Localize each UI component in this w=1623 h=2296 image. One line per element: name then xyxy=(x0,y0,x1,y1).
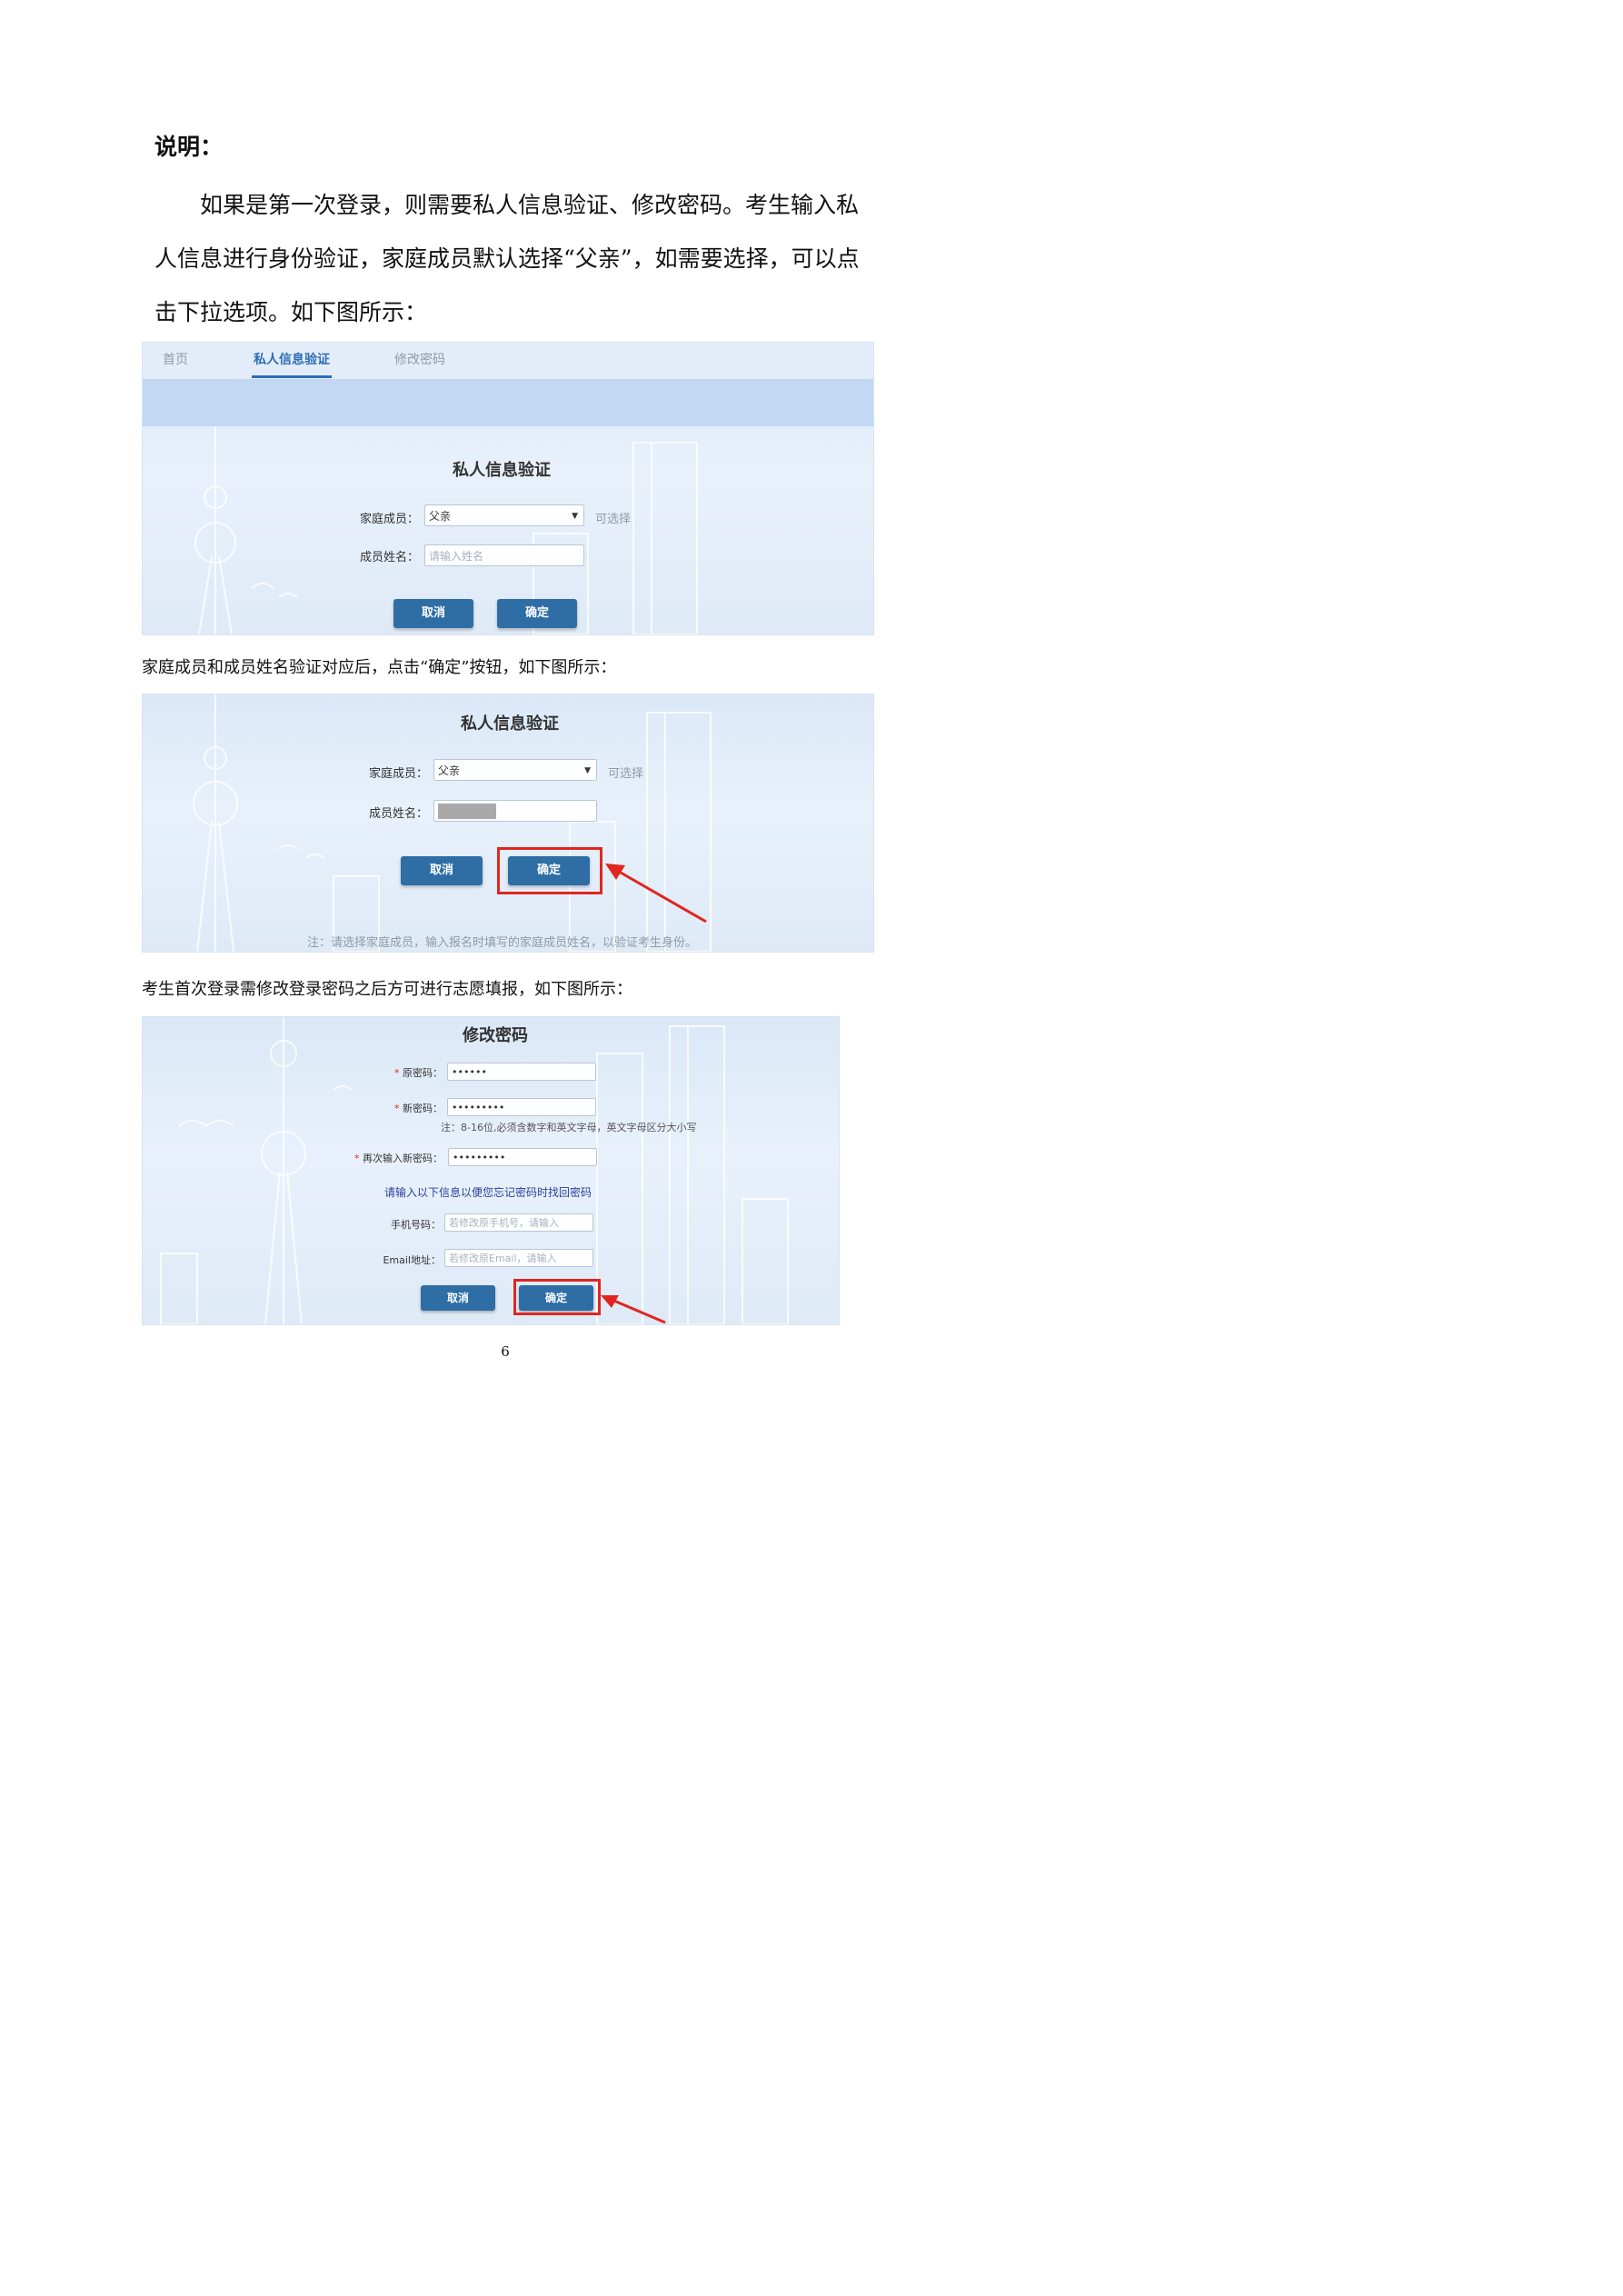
active-tab-indicator xyxy=(252,375,332,378)
screenshot-change-password: 修改密码 * 原密码： •••••• * 新密码： ••••••••• 注：8-… xyxy=(142,1016,840,1325)
tab-private-verify[interactable]: 私人信息验证 xyxy=(254,350,330,368)
form-title: 修改密码 xyxy=(463,1026,528,1045)
recovery-note: 请输入以下信息以便您忘记密码时找回密码 xyxy=(384,1186,592,1199)
screenshot-verify-tabs: 首页 私人信息验证 修改密码 私人信息验证 家庭成员： 父亲 ▼ 可选择 成员姓… xyxy=(142,342,874,635)
new-password-input[interactable]: ••••••••• xyxy=(447,1098,596,1116)
dropdown-arrow-icon: ▼ xyxy=(572,512,578,521)
tab-home[interactable]: 首页 xyxy=(163,350,188,368)
name-redacted-block xyxy=(438,804,496,819)
screenshot-verify-confirm: 私人信息验证 家庭成员： 父亲 ▼ 可选择 成员姓名： 取消 确定 注：请选择家… xyxy=(142,694,874,953)
header-band xyxy=(143,379,873,426)
section-heading: 说明： xyxy=(154,134,224,160)
caption-1: 家庭成员和成员姓名验证对应后，点击“确定”按钮，如下图所示： xyxy=(142,658,617,677)
cancel-button[interactable]: 取消 xyxy=(401,856,483,885)
dropdown-arrow-icon: ▼ xyxy=(584,766,591,775)
phone-label: 手机号码： xyxy=(391,1219,441,1231)
cancel-button[interactable]: 取消 xyxy=(393,599,473,628)
name-input[interactable] xyxy=(433,800,597,822)
required-mark: * xyxy=(354,1153,360,1164)
confirm-button[interactable]: 确定 xyxy=(497,599,577,628)
form-title: 私人信息验证 xyxy=(461,714,559,734)
form-title: 私人信息验证 xyxy=(453,461,551,480)
repeat-password-label-text: 再次输入新密码： xyxy=(363,1153,443,1164)
email-label: Email地址： xyxy=(383,1254,441,1266)
phone-input[interactable]: 若修改原手机号，请输入 xyxy=(444,1213,593,1232)
repeat-password-label: * 再次输入新密码： xyxy=(306,1151,443,1165)
name-input[interactable]: 请输入姓名 xyxy=(424,544,584,566)
password-rule-note: 注：8-16位,必须含数字和英文字母，英文字母区分大小写 xyxy=(441,1122,697,1133)
family-label: 家庭成员： xyxy=(359,513,419,526)
old-password-input[interactable]: •••••• xyxy=(447,1063,596,1081)
red-arrow-icon xyxy=(601,1295,666,1324)
old-password-label: * 原密码： xyxy=(324,1065,443,1080)
red-arrow-icon xyxy=(605,863,707,923)
selectable-hint: 可选择 xyxy=(595,513,632,526)
page-number: 6 xyxy=(501,1343,510,1360)
caption-2: 考生首次登录需修改登录密码之后方可进行志愿填报，如下图所示： xyxy=(142,980,632,999)
tab-change-password[interactable]: 修改密码 xyxy=(394,350,445,368)
confirm-highlight-box xyxy=(497,847,602,894)
family-select-value: 父亲 xyxy=(429,510,452,523)
family-select-value: 父亲 xyxy=(438,764,461,777)
confirm-highlight-box xyxy=(513,1279,601,1315)
verify-note: 注：请选择家庭成员，输入报名时填写的家庭成员姓名，以验证考生身份。 xyxy=(307,936,698,950)
intro-text: 如果是第一次登录，则需要私人信息验证、修改密码。考生输入私人信息进行身份验证，家… xyxy=(154,192,860,325)
cancel-button[interactable]: 取消 xyxy=(421,1285,495,1311)
new-password-label-text: 新密码： xyxy=(403,1103,443,1114)
repeat-password-input[interactable]: ••••••••• xyxy=(448,1148,597,1166)
required-mark: * xyxy=(394,1067,400,1079)
tab-bar: 首页 私人信息验证 修改密码 xyxy=(143,343,873,379)
intro-paragraph: 如果是第一次登录，则需要私人信息验证、修改密码。考生输入私人信息进行身份验证，家… xyxy=(154,178,872,339)
family-label: 家庭成员： xyxy=(368,767,428,781)
name-label: 成员姓名： xyxy=(368,807,428,821)
required-mark: * xyxy=(394,1103,400,1114)
selectable-hint: 可选择 xyxy=(608,767,644,781)
family-select[interactable]: 父亲 ▼ xyxy=(433,759,597,781)
email-input[interactable]: 若修改原Email，请输入 xyxy=(444,1249,593,1267)
old-password-label-text: 原密码： xyxy=(403,1067,443,1079)
new-password-label: * 新密码： xyxy=(324,1101,443,1115)
family-select[interactable]: 父亲 ▼ xyxy=(424,504,584,526)
name-label: 成员姓名： xyxy=(359,551,419,564)
